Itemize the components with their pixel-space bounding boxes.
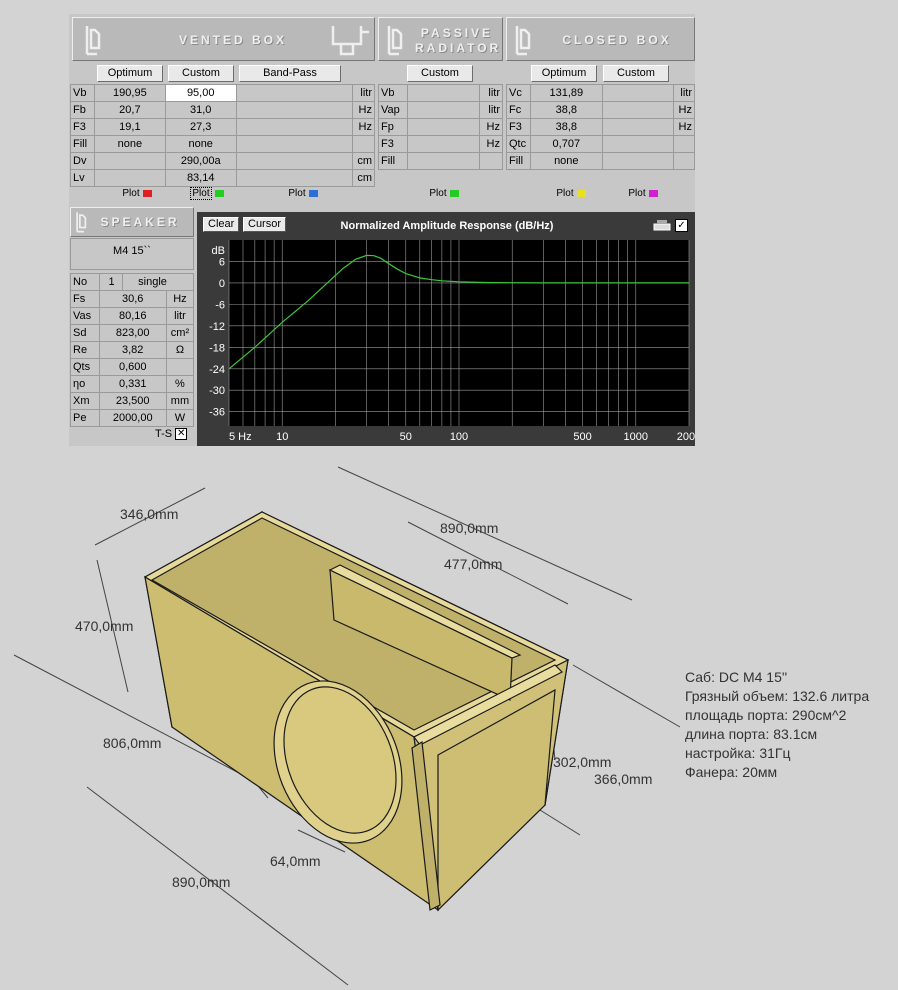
build-notes: Саб: DC M4 15'' Грязный объем: 132.6 лит… (685, 668, 869, 782)
dim-346: 346,0mm (120, 506, 178, 522)
dim-890-bottom: 890,0mm (172, 874, 230, 890)
dim-470: 470,0mm (75, 618, 133, 634)
note-line: Грязный объем: 132.6 литра (685, 688, 870, 704)
dim-477: 477,0mm (444, 556, 502, 572)
dim-890-top: 890,0mm (440, 520, 498, 536)
note-line: Саб: DC M4 15'' (685, 669, 788, 685)
note-line: длина порта: 83.1см (685, 726, 818, 742)
dim-302: 302,0mm (553, 754, 611, 770)
box-drawing: 346,0mm 890,0mm 477,0mm 470,0mm 806,0mm … (13, 466, 681, 986)
dim-366: 366,0mm (594, 771, 652, 787)
note-line: настройка: 31Гц (685, 745, 791, 761)
note-line: площадь порта: 290см^2 (685, 707, 847, 723)
dim-806: 806,0mm (103, 735, 161, 751)
note-line: Фанера: 20мм (685, 764, 778, 780)
dim-64: 64,0mm (270, 853, 321, 869)
